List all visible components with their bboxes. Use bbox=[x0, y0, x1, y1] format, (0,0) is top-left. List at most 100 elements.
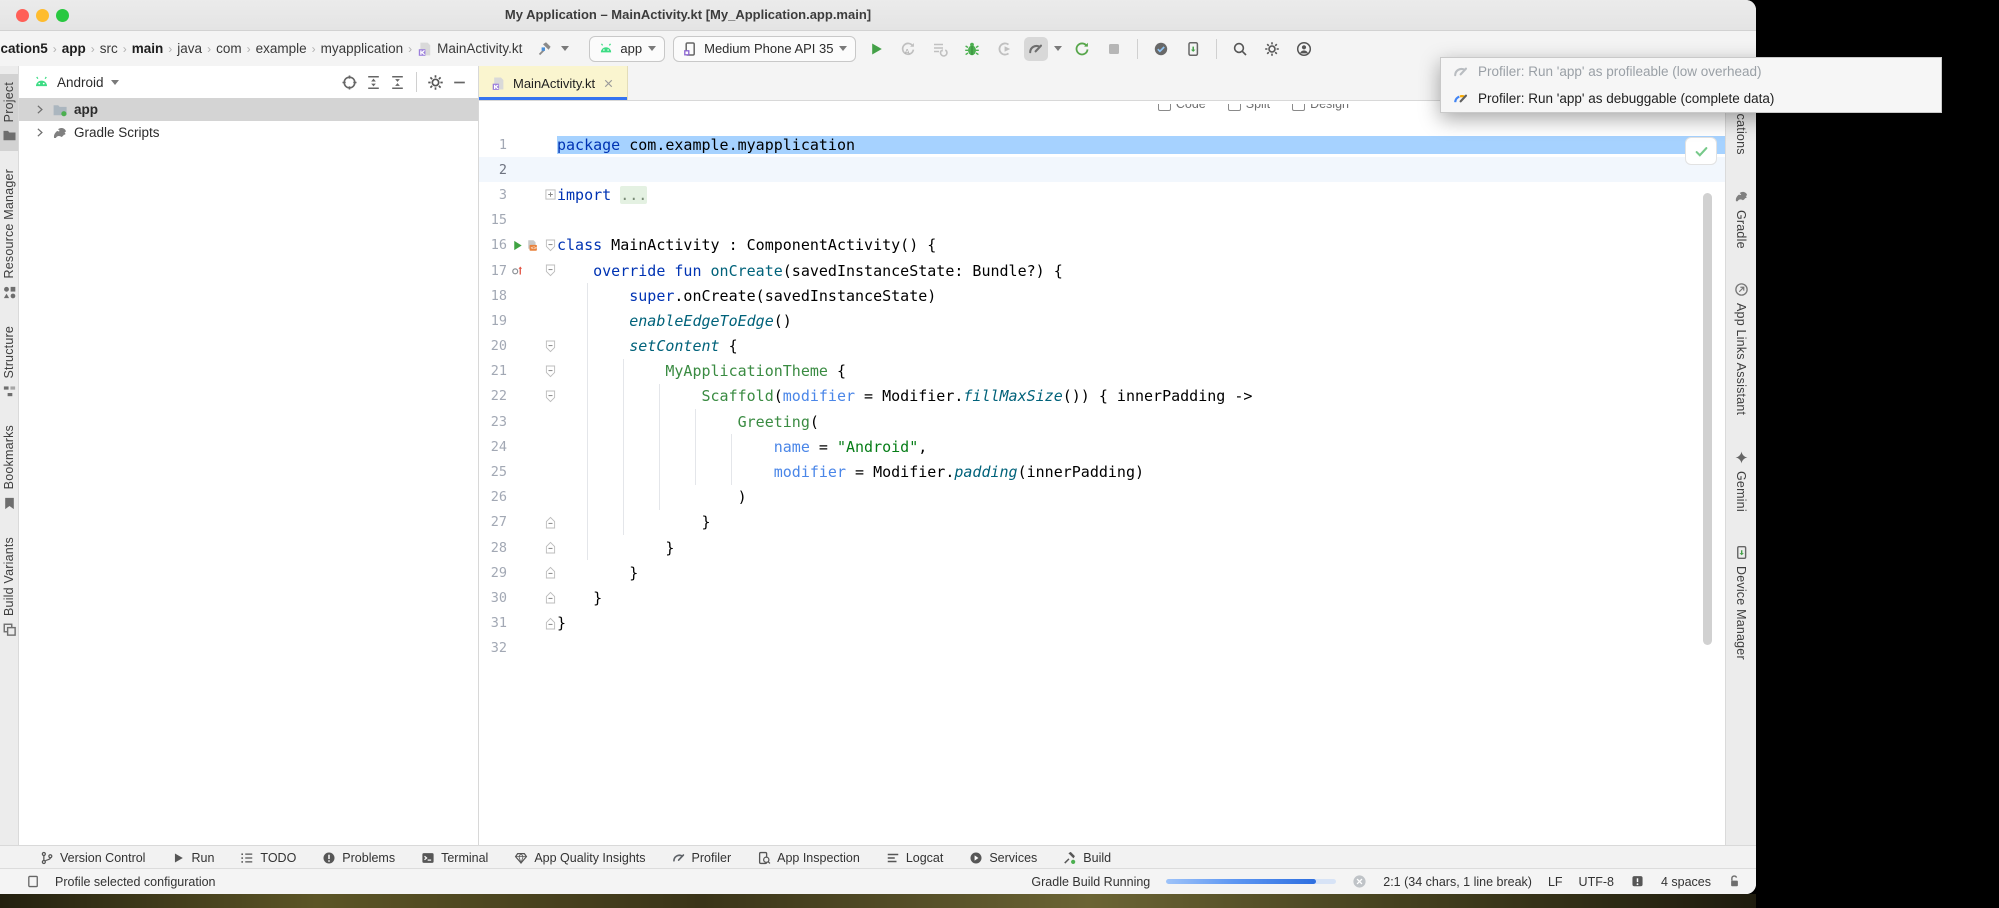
profiler-dropdown-icon[interactable] bbox=[1054, 46, 1062, 51]
expand-all-icon[interactable] bbox=[365, 74, 382, 91]
code-line-30[interactable]: 30 } bbox=[479, 585, 1725, 610]
sync-gradle-button[interactable] bbox=[1070, 37, 1094, 61]
tree-item-app[interactable]: app bbox=[19, 98, 478, 121]
code-line-18[interactable]: 18 super.onCreate(savedInstanceState) bbox=[479, 283, 1725, 308]
stripe-item-gemini[interactable]: Gemini bbox=[1734, 450, 1749, 512]
build-dropdown-icon[interactable] bbox=[561, 46, 569, 51]
fold-collapse-icon[interactable] bbox=[545, 390, 556, 403]
code-line-22[interactable]: 22 Scaffold(modifier = Modifier.fillMaxS… bbox=[479, 384, 1725, 409]
mode-code[interactable]: Code bbox=[1158, 104, 1206, 111]
tab-mainactivity[interactable]: MainActivity.kt bbox=[479, 66, 628, 100]
run-configuration-selector[interactable]: app bbox=[589, 36, 665, 62]
breadcrumb-item[interactable]: com bbox=[215, 41, 243, 56]
project-view-selector[interactable]: Android bbox=[57, 75, 104, 90]
chevron-right-icon[interactable] bbox=[33, 103, 46, 116]
code-line-2[interactable]: 2 bbox=[479, 157, 1725, 182]
code-line-29[interactable]: 29 } bbox=[479, 560, 1725, 585]
indent-setting[interactable]: 4 spaces bbox=[1661, 875, 1711, 889]
caret-position[interactable]: 2:1 (34 chars, 1 line break) bbox=[1383, 875, 1532, 889]
menu-item-profiler-profileable[interactable]: Profiler: Run 'app' as profileable (low … bbox=[1441, 58, 1941, 85]
breadcrumb-item[interactable]: main bbox=[131, 41, 165, 56]
breadcrumb-item[interactable]: src bbox=[99, 41, 119, 56]
toolwindow-terminal[interactable]: Terminal bbox=[421, 851, 488, 865]
cancel-icon[interactable] bbox=[1352, 874, 1367, 889]
toolwindow-app-quality-insights[interactable]: App Quality Insights bbox=[514, 851, 645, 865]
breadcrumb-item[interactable]: MainActivity.kt bbox=[416, 41, 523, 57]
apply-code-changes-button[interactable] bbox=[928, 37, 952, 61]
toolwindow-problems[interactable]: Problems bbox=[322, 851, 395, 865]
stripe-item-build-variants[interactable]: Build Variants bbox=[2, 537, 17, 637]
breadcrumb-item[interactable]: lication5 bbox=[0, 41, 49, 56]
stripe-item-structure[interactable]: Structure bbox=[2, 326, 17, 400]
breadcrumb-item[interactable]: app bbox=[61, 41, 87, 56]
toolwindow-services[interactable]: Services bbox=[969, 851, 1037, 865]
run-gutter-icon[interactable] bbox=[511, 239, 524, 252]
code-line-26[interactable]: 26 ) bbox=[479, 485, 1725, 510]
mode-split[interactable]: Split bbox=[1228, 104, 1270, 111]
code-line-3[interactable]: 3import ... bbox=[479, 182, 1725, 207]
code-line-27[interactable]: 27 } bbox=[479, 510, 1725, 535]
tree-item-gradle-scripts[interactable]: Gradle Scripts bbox=[19, 121, 478, 144]
inspection-status-widget[interactable] bbox=[1685, 137, 1717, 165]
fold-collapse-icon[interactable] bbox=[545, 239, 556, 252]
fold-expand-icon[interactable] bbox=[545, 188, 556, 201]
stripe-item-app-links-assistant[interactable]: App Links Assistant bbox=[1734, 282, 1749, 415]
toolwindow-version-control[interactable]: Version Control bbox=[40, 851, 145, 865]
code-line-1[interactable]: 1package com.example.myapplication bbox=[479, 132, 1725, 157]
code-line-16[interactable]: 16<>class MainActivity : ComponentActivi… bbox=[479, 233, 1725, 258]
search-everywhere-button[interactable] bbox=[1228, 37, 1252, 61]
code-line-17[interactable]: 17 override fun onCreate(savedInstanceSt… bbox=[479, 258, 1725, 283]
stripe-item-project[interactable]: Project bbox=[0, 74, 19, 151]
code-line-28[interactable]: 28 } bbox=[479, 535, 1725, 560]
code-line-15[interactable]: 15 bbox=[479, 208, 1725, 233]
build-hammer-icon[interactable] bbox=[537, 41, 553, 57]
mode-design[interactable]: Design bbox=[1292, 104, 1349, 111]
chevron-down-icon[interactable] bbox=[111, 80, 119, 85]
code-line-23[interactable]: 23 Greeting( bbox=[479, 409, 1725, 434]
toolwindow-todo[interactable]: TODO bbox=[240, 851, 296, 865]
debug-button[interactable] bbox=[960, 37, 984, 61]
overrides-method-icon[interactable] bbox=[511, 264, 524, 277]
stripe-item-resource-manager[interactable]: Resource Manager bbox=[2, 169, 17, 300]
code-line-25[interactable]: 25 modifier = Modifier.padding(innerPadd… bbox=[479, 459, 1725, 484]
editor-scrollbar[interactable] bbox=[1703, 193, 1712, 645]
code-line-31[interactable]: 31} bbox=[479, 611, 1725, 636]
close-icon[interactable] bbox=[602, 77, 615, 90]
breadcrumb-item[interactable]: myapplication bbox=[320, 41, 405, 56]
fold-collapse-icon[interactable] bbox=[545, 591, 556, 604]
sdk-manager-button[interactable] bbox=[1149, 37, 1173, 61]
breadcrumb-item[interactable]: java bbox=[176, 41, 203, 56]
device-manager-button[interactable] bbox=[1181, 37, 1205, 61]
unlock-icon[interactable] bbox=[1727, 874, 1742, 889]
fold-collapse-icon[interactable] bbox=[545, 365, 556, 378]
fold-collapse-icon[interactable] bbox=[545, 264, 556, 277]
menu-item-profiler-debuggable[interactable]: Profiler: Run 'app' as debuggable (compl… bbox=[1441, 85, 1941, 112]
collapse-all-icon[interactable] bbox=[389, 74, 406, 91]
toolwindow-profiler[interactable]: Profiler bbox=[672, 851, 732, 865]
class-gutter-icon[interactable]: <> bbox=[525, 239, 538, 252]
indicator-icon[interactable] bbox=[1630, 874, 1645, 889]
window-layout-icon[interactable] bbox=[26, 874, 41, 889]
stripe-item-bookmarks[interactable]: Bookmarks bbox=[2, 425, 17, 510]
fold-collapse-icon[interactable] bbox=[545, 340, 556, 353]
stop-button[interactable] bbox=[1102, 37, 1126, 61]
run-button[interactable] bbox=[864, 37, 888, 61]
device-selector[interactable]: Medium Phone API 35 bbox=[673, 36, 856, 62]
toolwindow-logcat[interactable]: Logcat bbox=[886, 851, 944, 865]
profile-account-button[interactable] bbox=[1292, 37, 1316, 61]
code-line-24[interactable]: 24 name = "Android", bbox=[479, 434, 1725, 459]
fold-collapse-icon[interactable] bbox=[545, 566, 556, 579]
attach-debugger-button[interactable] bbox=[992, 37, 1016, 61]
file-encoding[interactable]: UTF-8 bbox=[1579, 875, 1614, 889]
toolwindow-app-inspection[interactable]: App Inspection bbox=[757, 851, 860, 865]
fold-collapse-icon[interactable] bbox=[545, 617, 556, 630]
stripe-item-gradle[interactable]: Gradle bbox=[1734, 189, 1749, 249]
locate-file-icon[interactable] bbox=[341, 74, 358, 91]
gear-icon[interactable] bbox=[427, 74, 444, 91]
code-line-32[interactable]: 32 bbox=[479, 636, 1725, 661]
line-separator[interactable]: LF bbox=[1548, 875, 1563, 889]
code-line-21[interactable]: 21 MyApplicationTheme { bbox=[479, 359, 1725, 384]
apply-changes-restart-button[interactable]: A bbox=[896, 37, 920, 61]
fold-collapse-icon[interactable] bbox=[545, 516, 556, 529]
code-editor[interactable]: 1package com.example.myapplication23impo… bbox=[479, 101, 1725, 845]
